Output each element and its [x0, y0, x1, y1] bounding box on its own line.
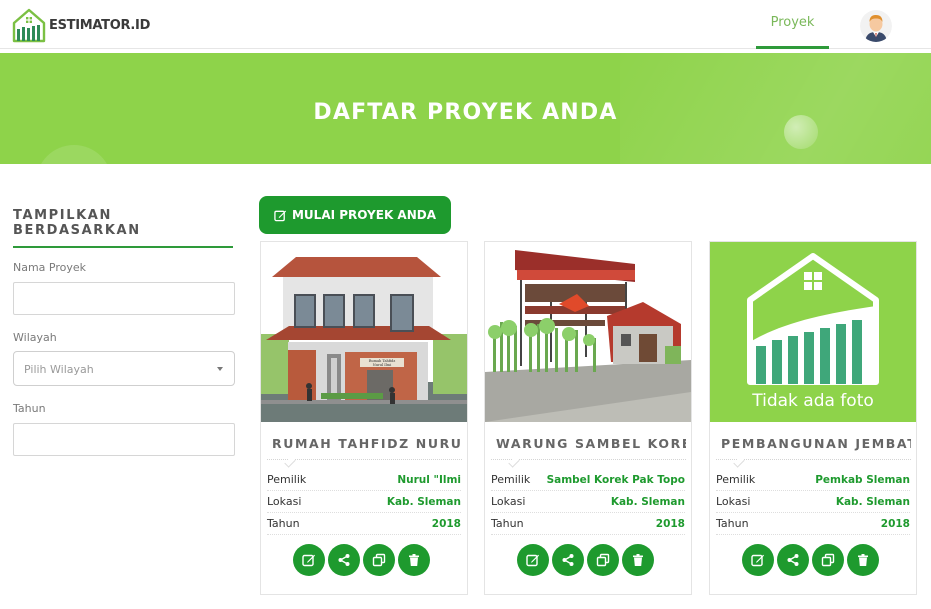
- wilayah-select-placeholder: Pilih Wilayah: [24, 363, 94, 376]
- card-separator: [491, 456, 686, 468]
- location-label: Lokasi: [491, 495, 526, 508]
- share-icon: [562, 554, 574, 566]
- no-photo-placeholder-image: Tidak ada foto: [710, 242, 916, 422]
- copy-icon: [596, 553, 610, 567]
- delete-button[interactable]: [398, 544, 430, 576]
- user-avatar-icon: [860, 10, 892, 42]
- project-card[interactable]: WARUNG SAMBEL KORE... Pemilik Sambel Kore…: [484, 241, 692, 595]
- filter-panel-header: TAMPILKAN BERDASARKAN: [13, 208, 235, 248]
- year-label: Tahun: [491, 517, 524, 530]
- edit-button[interactable]: [742, 544, 774, 576]
- filter-title-underline: [13, 246, 233, 248]
- brand-name: ESTIMATOR.ID: [49, 17, 151, 33]
- location-row: Lokasi Kab. Sleman: [267, 491, 461, 513]
- owner-label: Pemilik: [267, 473, 307, 486]
- project-photo[interactable]: Rumah Tahfidz Nurul Ilmi: [261, 242, 467, 422]
- location-label: Lokasi: [267, 495, 302, 508]
- project-photo[interactable]: [485, 242, 691, 422]
- card-title[interactable]: PEMBANGUNAN JEMBAT...: [721, 436, 911, 451]
- trash-icon: [858, 554, 868, 566]
- owner-value: Pemkab Sleman: [815, 473, 910, 486]
- delete-button[interactable]: [847, 544, 879, 576]
- project-photo-placeholder[interactable]: Tidak ada foto: [710, 242, 916, 422]
- no-photo-text: Tidak ada foto: [751, 391, 874, 411]
- nav-tab-proyek-label: Proyek: [770, 15, 815, 30]
- house-chart-logo-icon: [12, 8, 46, 43]
- share-button[interactable]: [777, 544, 809, 576]
- wilayah-select[interactable]: Pilih Wilayah: [13, 351, 235, 386]
- duplicate-button[interactable]: [812, 544, 844, 576]
- card-title[interactable]: RUMAH TAHFIDZ NURU...: [272, 436, 462, 451]
- year-row: Tahun 2018: [267, 513, 461, 535]
- trash-icon: [633, 554, 643, 566]
- card-actions: [517, 544, 654, 576]
- owner-row: Pemilik Sambel Korek Pak Topo: [491, 469, 685, 491]
- start-project-button[interactable]: MULAI PROYEK ANDA: [259, 196, 451, 234]
- filter-title: TAMPILKAN BERDASARKAN: [13, 208, 141, 238]
- card-actions: [293, 544, 430, 576]
- delete-button[interactable]: [622, 544, 654, 576]
- share-icon: [338, 554, 350, 566]
- nama-proyek-input[interactable]: [13, 282, 235, 315]
- trash-icon: [409, 554, 419, 566]
- location-row: Lokasi Kab. Sleman: [716, 491, 910, 513]
- chevron-down-icon: [217, 367, 223, 371]
- duplicate-button[interactable]: [587, 544, 619, 576]
- location-label: Lokasi: [716, 495, 751, 508]
- brand-logo[interactable]: ESTIMATOR.ID: [12, 7, 150, 43]
- copy-icon: [372, 553, 386, 567]
- location-row: Lokasi Kab. Sleman: [491, 491, 685, 513]
- warung-render-image: [485, 242, 691, 422]
- owner-label: Pemilik: [716, 473, 756, 486]
- share-button[interactable]: [328, 544, 360, 576]
- house-render-image: Rumah Tahfidz Nurul Ilmi: [261, 242, 467, 422]
- location-value: Kab. Sleman: [835, 495, 910, 508]
- card-separator: [267, 456, 462, 468]
- share-icon: [787, 554, 799, 566]
- owner-value: Nurul "Ilmi: [397, 473, 461, 486]
- year-label: Tahun: [267, 517, 300, 530]
- copy-icon: [821, 553, 835, 567]
- edit-button[interactable]: [517, 544, 549, 576]
- card-sign-line2: Nurul Ilmi: [373, 363, 392, 367]
- edit-icon: [274, 210, 287, 221]
- active-tab-indicator: [756, 46, 829, 49]
- location-value: Kab. Sleman: [610, 495, 685, 508]
- card-title[interactable]: WARUNG SAMBEL KORE...: [496, 436, 686, 451]
- edit-button[interactable]: [293, 544, 325, 576]
- nama-proyek-label: Nama Proyek: [13, 261, 87, 274]
- year-row: Tahun 2018: [716, 513, 910, 535]
- project-card[interactable]: Rumah Tahfidz Nurul Ilmi RUMAH TAHFIDZ N…: [260, 241, 468, 595]
- owner-value: Sambel Korek Pak Topo: [546, 473, 685, 486]
- card-separator: [716, 456, 911, 468]
- top-navbar: ESTIMATOR.ID Proyek: [0, 0, 931, 49]
- year-label: Tahun: [716, 517, 749, 530]
- tahun-label: Tahun: [13, 402, 46, 415]
- share-button[interactable]: [552, 544, 584, 576]
- year-value: 2018: [655, 517, 685, 530]
- owner-row: Pemilik Pemkab Sleman: [716, 469, 910, 491]
- edit-icon: [526, 554, 539, 567]
- page-banner: DAFTAR PROYEK ANDA: [0, 53, 931, 164]
- edit-icon: [751, 554, 764, 567]
- edit-icon: [302, 554, 315, 567]
- wilayah-label: Wilayah: [13, 331, 57, 344]
- page-title: DAFTAR PROYEK ANDA: [313, 100, 618, 125]
- project-card[interactable]: Tidak ada foto PEMBANGUNAN JEMBAT... Pem…: [709, 241, 917, 595]
- location-value: Kab. Sleman: [386, 495, 461, 508]
- year-value: 2018: [431, 517, 461, 530]
- tahun-input[interactable]: [13, 423, 235, 456]
- user-avatar[interactable]: [860, 10, 892, 42]
- owner-label: Pemilik: [491, 473, 531, 486]
- banner-decor-circle: [36, 145, 112, 164]
- start-project-label: MULAI PROYEK ANDA: [291, 208, 436, 222]
- nav-tab-proyek[interactable]: Proyek: [756, 0, 829, 49]
- owner-row: Pemilik Nurul "Ilmi: [267, 469, 461, 491]
- duplicate-button[interactable]: [363, 544, 395, 576]
- card-actions: [742, 544, 879, 576]
- year-value: 2018: [880, 517, 910, 530]
- year-row: Tahun 2018: [491, 513, 685, 535]
